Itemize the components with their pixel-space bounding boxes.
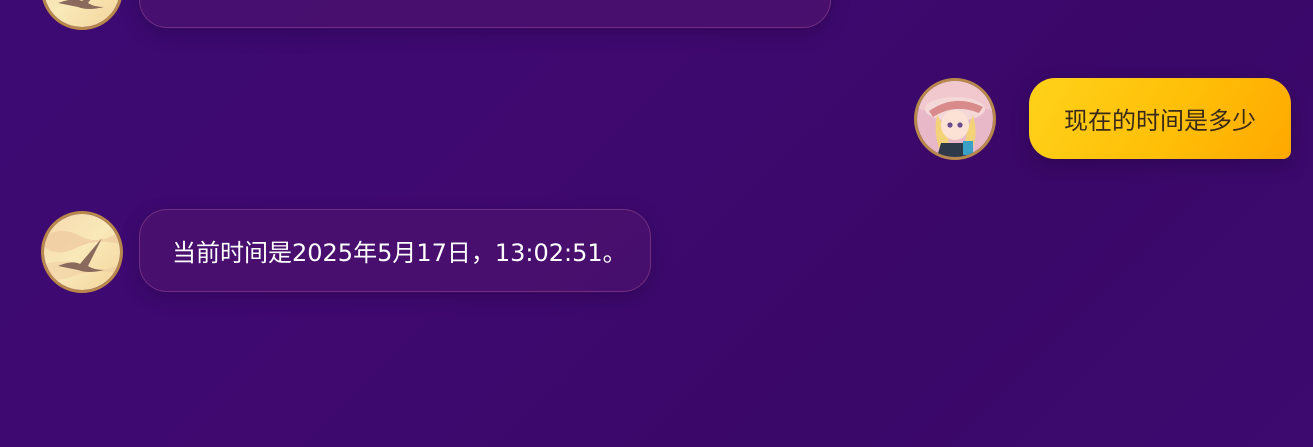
assistant-message-text: 当前时间是2025年5月17日，13:02:51。	[172, 239, 627, 267]
assistant-message-bubble: 当前时间是2025年5月17日，13:02:51。	[139, 209, 651, 292]
user-avatar-icon	[914, 78, 996, 160]
assistant-avatar-icon	[41, 0, 123, 30]
user-message-text: 现在的时间是多少	[1064, 107, 1256, 135]
assistant-avatar-icon	[41, 211, 123, 293]
assistant-message-bubble	[139, 0, 831, 28]
chat-area: 现在的时间是多少 当前时间是2025年5月17日，13:02:51。	[0, 0, 1313, 447]
user-message-bubble: 现在的时间是多少	[1029, 78, 1291, 159]
